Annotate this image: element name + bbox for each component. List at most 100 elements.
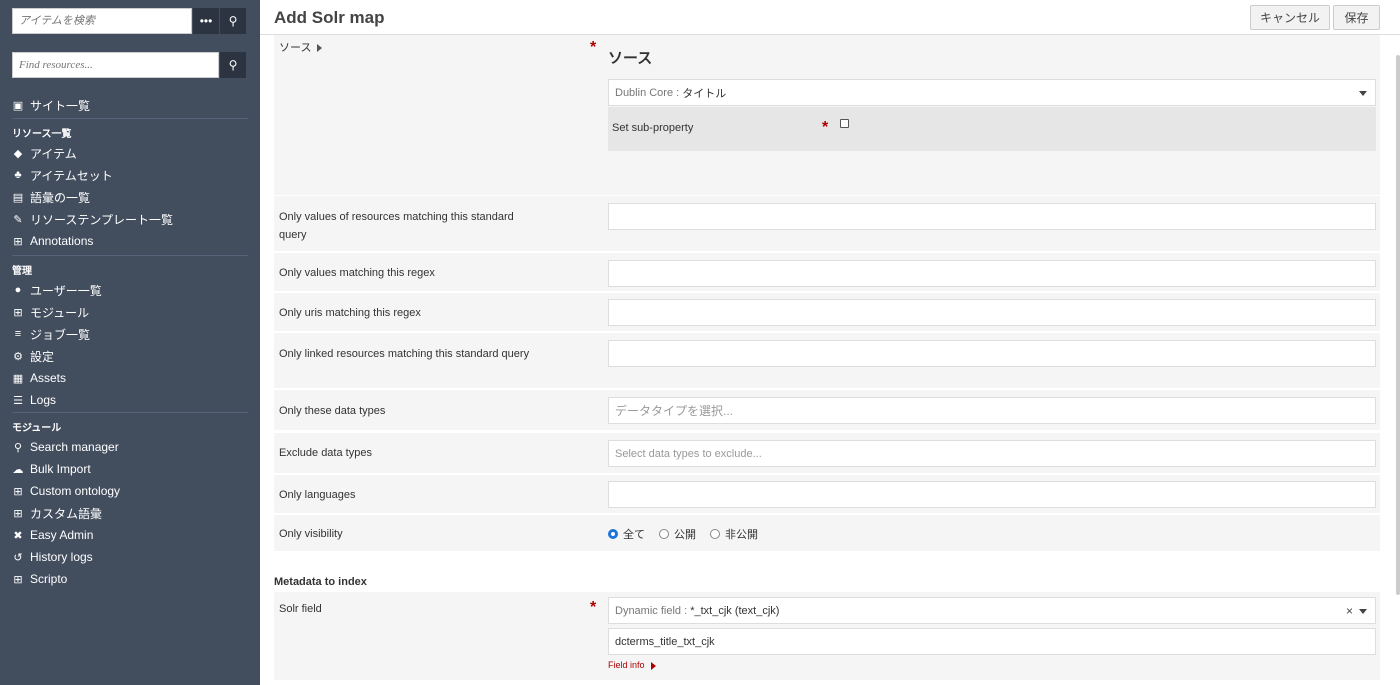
resources-heading: リソース一覧 <box>12 129 72 140</box>
page-title: Add Solr map <box>274 8 385 27</box>
page-scrollbar[interactable] <box>1396 55 1400 595</box>
sidebar-item-label: アイテムセット <box>30 168 113 183</box>
sidebar-item-scripto[interactable]: ⊞ Scripto <box>12 568 248 590</box>
sub-property-label: Set sub-property <box>612 122 694 134</box>
sidebar-item-label: サイト一覧 <box>30 98 91 113</box>
resource-search-button[interactable]: ⚲ <box>220 52 246 78</box>
plus-square-icon: ⊞ <box>13 507 23 520</box>
user-icon: ● <box>14 284 22 296</box>
sidebar-item-jobs[interactable]: ≡ ジョブ一覧 <box>12 323 248 345</box>
sidebar-item-label: モジュール <box>30 305 90 320</box>
source-row: ソース * ソース Dublin Core : タイトル Set sub-pro… <box>274 35 1380 195</box>
data-types-select[interactable]: データタイプを選択... <box>608 397 1376 424</box>
plus-square-icon: ⊞ <box>13 306 23 319</box>
clear-icon[interactable]: × <box>1346 604 1353 618</box>
sub-property-checkbox[interactable] <box>840 119 849 128</box>
list-icon: ☰ <box>13 394 23 407</box>
sidebar-item-item-sets[interactable]: ♣ アイテムセット <box>12 164 248 186</box>
standard-query-input[interactable] <box>608 203 1376 230</box>
field-info-toggle[interactable]: Field info <box>608 660 656 670</box>
source-select[interactable]: Dublin Core : タイトル <box>608 79 1376 106</box>
ellipsis-icon: ••• <box>199 14 213 28</box>
uris-regex-label: Only uris matching this regex <box>279 307 421 319</box>
solr-field-select[interactable]: Dynamic field : *_txt_cjk (text_cjk) × <box>608 597 1376 624</box>
source-heading: ソース <box>608 50 653 67</box>
languages-label: Only languages <box>279 489 356 501</box>
sidebar-item-custom-vocab[interactable]: ⊞ カスタム語彙 <box>12 502 248 524</box>
divider <box>12 255 248 256</box>
sidebar-item-modules[interactable]: ⊞ モジュール <box>12 301 248 323</box>
exclude-types-row: Exclude data types Select data types to … <box>274 433 1380 473</box>
sidebar-item-label: History logs <box>30 550 93 564</box>
sidebar-item-items[interactable]: ◆ アイテム <box>12 142 248 164</box>
caret-right-icon <box>650 661 656 670</box>
linked-query-row: Only linked resources matching this stan… <box>274 333 1380 388</box>
resource-search-input[interactable] <box>12 52 219 78</box>
radio-label: 全て <box>623 529 645 541</box>
sidebar-item-annotations[interactable]: ⊞ Annotations <box>12 230 248 252</box>
radio-label: 公開 <box>674 529 696 541</box>
sidebar-item-assets[interactable]: ▦ Assets <box>12 367 248 389</box>
radio-label: 非公開 <box>725 529 758 541</box>
cancel-button[interactable]: キャンセル <box>1250 5 1330 30</box>
cubes-icon: ♣ <box>14 169 22 181</box>
sidebar-item-history-logs[interactable]: ↺ History logs <box>12 546 248 568</box>
data-types-label: Only these data types <box>279 405 386 417</box>
sidebar-item-search-manager[interactable]: ⚲ Search manager <box>12 436 248 458</box>
required-icon: * <box>590 599 597 616</box>
book-icon: ▤ <box>12 191 24 204</box>
sidebar-item-easy-admin[interactable]: ✖ Easy Admin <box>12 524 248 546</box>
plus-square-icon: ⊞ <box>13 235 23 248</box>
source-label: ソース <box>279 42 312 54</box>
plus-square-icon: ⊞ <box>13 573 23 586</box>
chevron-down-icon <box>1359 609 1367 614</box>
sidebar-item-label: カスタム語彙 <box>30 506 103 521</box>
caret-right-icon <box>317 44 323 53</box>
sidebar-item-custom-ontology[interactable]: ⊞ Custom ontology <box>12 480 248 502</box>
values-regex-input[interactable] <box>608 260 1376 287</box>
data-types-row: Only these data types データタイプを選択... <box>274 390 1380 430</box>
item-search-input[interactable] <box>12 8 192 34</box>
cube-icon: ◆ <box>13 147 23 160</box>
languages-input[interactable] <box>608 481 1376 508</box>
visibility-all-radio[interactable]: 全て <box>608 526 645 542</box>
exclude-types-select[interactable]: Select data types to exclude... <box>608 440 1376 467</box>
exclude-types-label: Exclude data types <box>279 447 372 459</box>
sidebar-item-label: Logs <box>30 393 57 407</box>
uris-regex-input[interactable] <box>608 299 1376 326</box>
metadata-heading: Metadata to index <box>274 576 367 588</box>
sidebar-item-resource-templates[interactable]: ✎ リソーステンプレート一覧 <box>12 208 248 230</box>
sidebar-item-vocabularies[interactable]: ▤ 語彙の一覧 <box>12 186 248 208</box>
laptop-icon: ▣ <box>12 99 24 112</box>
sidebar-item-logs[interactable]: ☰ Logs <box>12 389 248 411</box>
linked-query-input[interactable] <box>608 340 1376 367</box>
sidebar-item-settings[interactable]: ⚙ 設定 <box>12 345 248 367</box>
sidebar-item-users[interactable]: ● ユーザー一覧 <box>12 279 248 301</box>
radio-on-icon <box>608 529 618 539</box>
cloud-upload-icon: ☁ <box>12 463 24 476</box>
cogs-icon: ⚙ <box>13 350 23 363</box>
radio-off-icon <box>710 529 720 539</box>
visibility-radio-group: 全て 公開 非公開 <box>608 526 772 542</box>
visibility-public-radio[interactable]: 公開 <box>659 526 696 542</box>
solr-field-row: Solr field * Dynamic field : *_txt_cjk (… <box>274 592 1380 680</box>
sidebar-nav: ▣ サイト一覧 リソース一覧 ◆ アイテム ♣ アイテムセット ▤ 語彙の一覧 ✎ リソ… <box>12 94 248 590</box>
visibility-private-radio[interactable]: 非公開 <box>710 526 758 542</box>
search-icon: ⚲ <box>13 441 23 454</box>
sidebar-item-sites[interactable]: ▣ サイト一覧 <box>12 94 248 116</box>
save-button[interactable]: 保存 <box>1333 5 1380 30</box>
item-search-button[interactable]: ⚲ <box>220 8 246 34</box>
plus-square-icon: ⊞ <box>13 485 23 498</box>
search-icon: ⚲ <box>228 14 238 28</box>
admin-heading: 管理 <box>12 266 32 277</box>
select-prefix: Dublin Core : <box>615 86 680 99</box>
sidebar-item-label: アイテム <box>30 146 77 161</box>
solr-field-name-input[interactable]: dcterms_title_txt_cjk <box>608 628 1376 655</box>
pencil-square-icon: ✎ <box>13 213 23 226</box>
sidebar-item-bulk-import[interactable]: ☁ Bulk Import <box>12 458 248 480</box>
source-toggle[interactable]: ソース <box>279 39 539 57</box>
advanced-search-button[interactable]: ••• <box>193 8 219 34</box>
standard-query-row: Only values of resources matching this s… <box>274 196 1380 251</box>
visibility-row: Only visibility 全て 公開 非公開 <box>274 515 1380 551</box>
image-icon: ▦ <box>12 372 24 385</box>
